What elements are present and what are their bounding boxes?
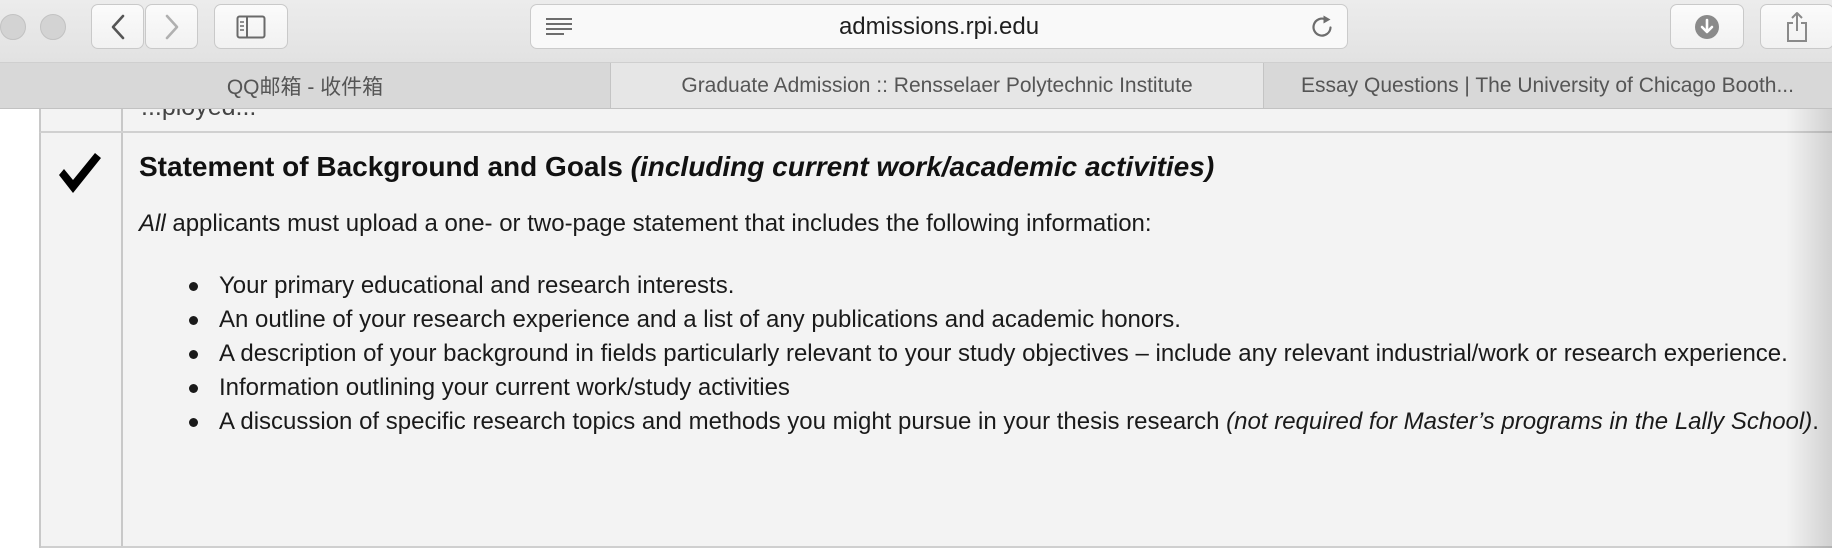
forward-button[interactable] (145, 4, 198, 49)
column-divider (121, 133, 123, 548)
list-item: A description of your background in fiel… (139, 337, 1832, 371)
share-button[interactable] (1760, 4, 1832, 49)
page-content: ...ployed... Statement of Background and… (0, 109, 1832, 548)
list-item: Information outlining your current work/… (139, 371, 1832, 405)
previous-table-row: ...ployed... (39, 109, 1832, 133)
checkmark-icon (57, 149, 103, 200)
heading-main: Statement of Background and Goals (139, 151, 631, 182)
chevron-right-icon (165, 14, 178, 39)
list-item: An outline of your research experience a… (139, 303, 1832, 337)
address-bar[interactable]: admissions.rpi.edu (530, 4, 1348, 49)
browser-toolbar: admissions.rpi.edu (0, 0, 1832, 63)
list-item: Your primary educational and research in… (139, 269, 1832, 303)
sidebar-toggle-button[interactable] (214, 4, 288, 49)
heading-italic: (including current work/academic activit… (630, 151, 1215, 182)
intro-italic: All (139, 210, 166, 237)
tab-rpi-graduate-admission[interactable]: Graduate Admission :: Rensselaer Polytec… (611, 63, 1264, 108)
intro-rest: applicants must upload a one- or two-pag… (165, 210, 1152, 237)
requirements-list: Your primary educational and research in… (139, 269, 1832, 439)
sidebar-icon (236, 15, 266, 38)
tab-bar: QQ邮箱 - 收件箱 Graduate Admission :: Renssel… (0, 63, 1832, 109)
intro-text: All applicants must upload a one- or two… (139, 210, 1152, 238)
download-icon (1695, 14, 1719, 39)
url-text[interactable]: admissions.rpi.edu (531, 5, 1347, 48)
section-heading: Statement of Background and Goals (inclu… (139, 151, 1214, 183)
clipped-text: ...ployed... (141, 109, 256, 122)
chevron-left-icon (111, 14, 124, 39)
tab-qq-mail[interactable]: QQ邮箱 - 收件箱 (0, 63, 611, 108)
minimize-window-button[interactable] (40, 14, 66, 40)
column-divider (121, 109, 123, 131)
tab-chicago-booth-essay[interactable]: Essay Questions | The University of Chic… (1264, 63, 1832, 108)
downloads-button[interactable] (1670, 4, 1744, 49)
list-item: A discussion of specific research topics… (139, 405, 1832, 439)
close-window-button[interactable] (0, 14, 26, 40)
reload-icon[interactable] (1309, 14, 1335, 45)
back-button[interactable] (91, 4, 144, 49)
requirement-row: Statement of Background and Goals (inclu… (39, 133, 1832, 548)
share-icon (1787, 11, 1807, 42)
